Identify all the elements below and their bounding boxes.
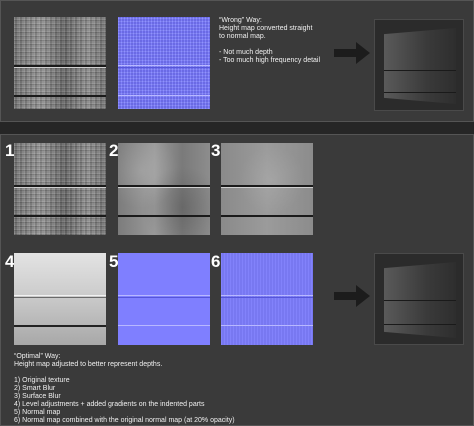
wrong-way-line: - Not much depth (219, 49, 273, 56)
wrong-way-preview (374, 19, 464, 111)
normal-map-thumbnail (118, 17, 210, 109)
step-description: 1) Original texture (14, 377, 70, 384)
height-map-thumbnail (14, 17, 106, 109)
step-4-level-adjustments (14, 253, 106, 345)
step-6-combined-normal-map (221, 253, 313, 345)
right-arrow-icon (334, 42, 370, 64)
step-description: 6) Normal map combined with the original… (14, 417, 235, 424)
optimal-way-subtitle: Height map adjusted to better represent … (14, 361, 163, 368)
optimal-way-preview (374, 253, 464, 345)
step-number: 3 (211, 141, 221, 160)
step-description: 4) Level adjustments + added gradients o… (14, 401, 205, 408)
step-5-normal-map (118, 253, 210, 345)
step-description: 5) Normal map (14, 409, 61, 416)
step-1-original-texture (14, 143, 106, 235)
wrong-way-line: to normal map. (219, 33, 266, 40)
wrong-way-line (219, 41, 320, 49)
right-arrow-icon (334, 285, 370, 307)
step-description: 2) Smart Blur (14, 385, 56, 392)
wrong-way-panel: “Wrong” Way: Height map converted straig… (0, 0, 474, 122)
step-3-surface-blur (221, 143, 313, 235)
optimal-way-panel: 1 2 3 4 5 6 “Optimal” Way: Height map ad… (0, 134, 474, 426)
optimal-way-title: “Optimal” Way: (14, 353, 61, 360)
wrong-way-line: - Too much high frequency detail (219, 57, 321, 64)
step-number: 6 (211, 252, 221, 271)
optimal-way-note: “Optimal” Way: Height map adjusted to be… (14, 353, 235, 425)
step-description: 3) Surface Blur (14, 393, 61, 400)
wrong-way-note: “Wrong” Way: Height map converted straig… (219, 17, 320, 65)
wrong-way-line: Height map converted straight (219, 25, 313, 32)
step-2-smart-blur (118, 143, 210, 235)
wrong-way-title: “Wrong” Way: (219, 17, 262, 24)
